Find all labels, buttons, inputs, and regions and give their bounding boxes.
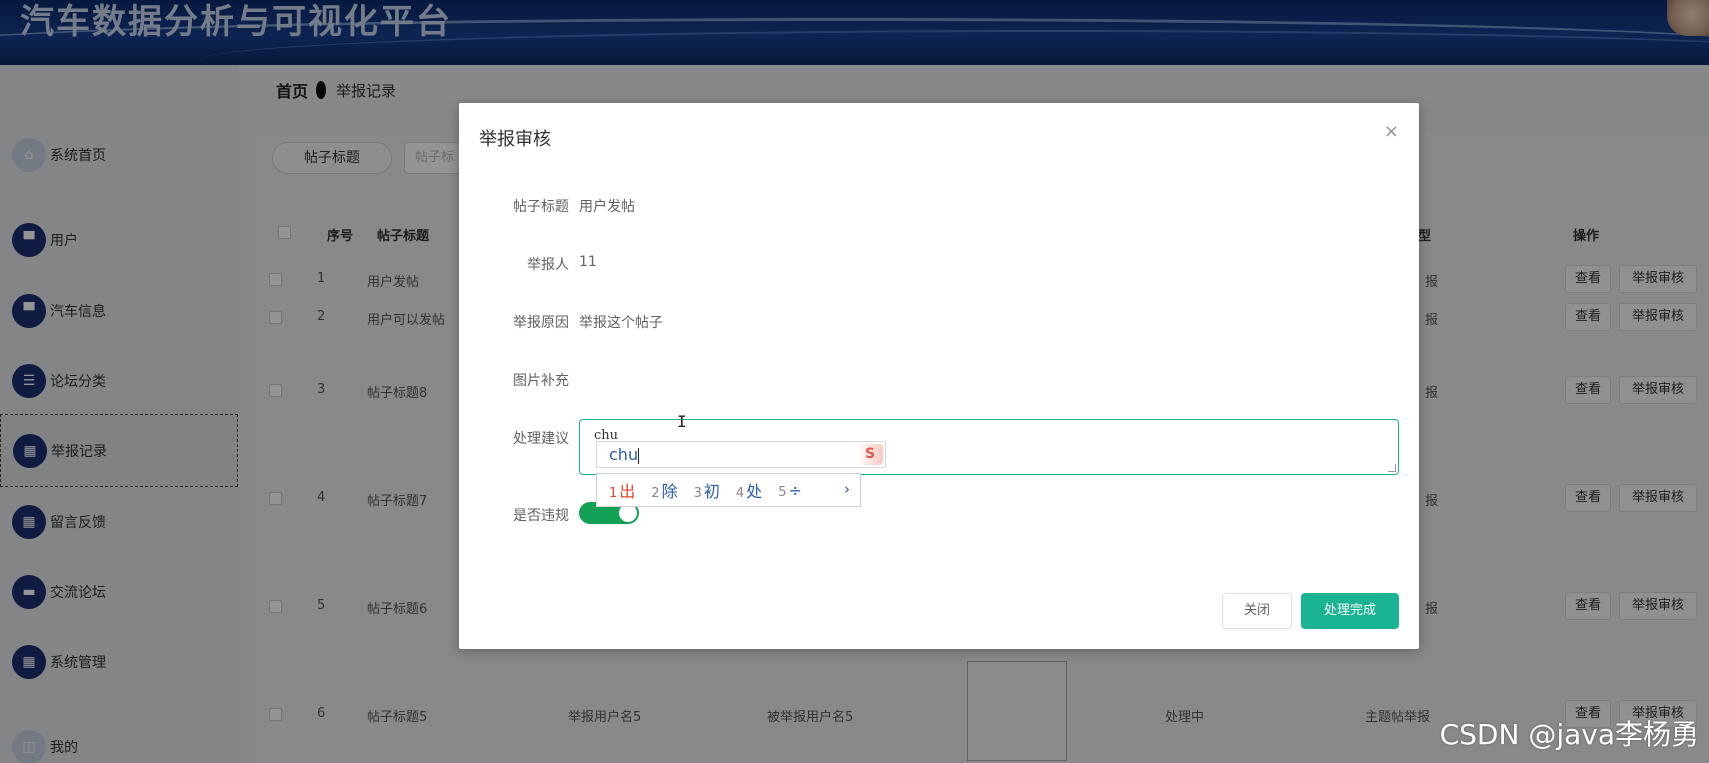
ime-candidate[interactable]: 2除 xyxy=(651,478,677,502)
post-title-label: 帖子标题 xyxy=(513,199,569,215)
candidate-number: 1 xyxy=(609,486,618,501)
candidate-char: 初 xyxy=(703,482,720,501)
ime-composition: chu S xyxy=(596,441,886,468)
candidate-char: 处 xyxy=(746,482,763,501)
candidate-number: 2 xyxy=(651,486,660,501)
reason-label: 举报原因 xyxy=(513,315,569,331)
ime-logo-icon: S xyxy=(857,444,883,465)
dialog-title: 举报审核 xyxy=(479,129,551,150)
ime-caret xyxy=(638,447,640,464)
ime-candidate[interactable]: 5 ÷ xyxy=(778,481,802,500)
close-icon[interactable]: × xyxy=(1384,121,1399,142)
reason-value: 举报这个帖子 xyxy=(579,315,663,331)
complete-button[interactable]: 处理完成 xyxy=(1301,593,1399,629)
suggestion-label: 处理建议 xyxy=(513,431,569,447)
post-title-value: 用户发帖 xyxy=(579,199,635,215)
ime-candidate-bar: 1出 2除 3初 4处 5 ÷ › xyxy=(596,473,861,507)
text-cursor-icon: I xyxy=(677,412,687,431)
candidate-number: 3 xyxy=(693,486,702,501)
candidate-number: 4 xyxy=(735,486,745,501)
ime-candidate[interactable]: 1出 xyxy=(609,478,635,502)
reporter-label: 举报人 xyxy=(527,257,569,273)
ime-composition-text: chu xyxy=(609,445,639,464)
close-button[interactable]: 关闭 xyxy=(1222,593,1292,629)
image-label: 图片补充 xyxy=(513,373,569,389)
candidate-number: 5 xyxy=(778,484,787,500)
report-review-dialog: 举报审核 × 帖子标题 用户发帖 举报人 11 举报原因 举报这个帖子 图片补充… xyxy=(459,103,1419,649)
resize-handle[interactable] xyxy=(1388,464,1396,472)
ime-candidate[interactable]: 3初 xyxy=(694,478,720,502)
candidate-char: 出 xyxy=(619,482,636,501)
watermark: CSDN @java李杨勇 xyxy=(1439,718,1699,751)
ime-candidate[interactable]: 4处 xyxy=(736,478,762,502)
reporter-value: 11 xyxy=(579,254,597,270)
candidate-char: ÷ xyxy=(788,480,802,500)
chevron-right-icon[interactable]: › xyxy=(844,480,850,498)
violation-label: 是否违规 xyxy=(513,508,569,524)
candidate-char: 除 xyxy=(661,482,678,501)
